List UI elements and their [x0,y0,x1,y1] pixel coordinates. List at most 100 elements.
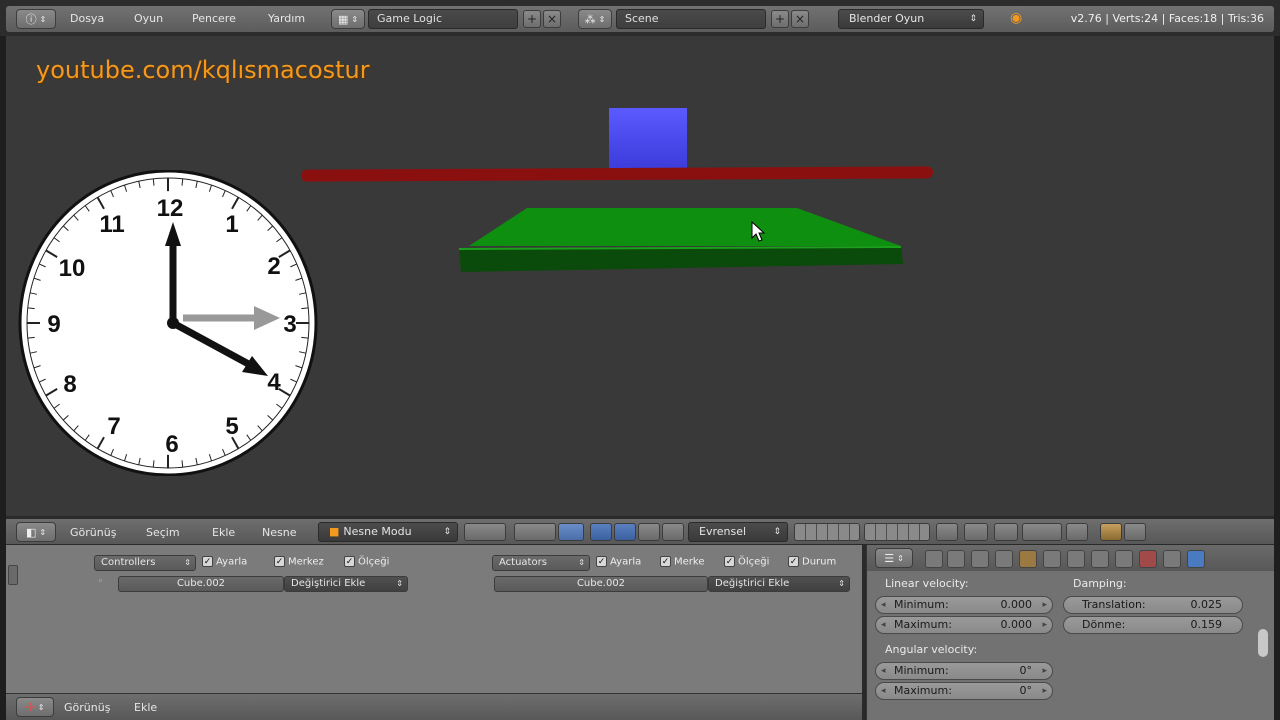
layer-buttons-2[interactable] [864,523,930,541]
field-value: 0° [1019,684,1033,697]
panel-handle[interactable] [8,565,18,585]
lock-camera-icon[interactable] [936,523,958,541]
editor-type-button[interactable]: ☰ ⇕ [875,548,913,568]
render-layers-tab-icon[interactable] [947,550,965,568]
data-tab-icon[interactable] [1091,550,1109,568]
object-tab-icon[interactable] [1019,550,1037,568]
layout-selector-button[interactable]: ▦ ⇕ [331,9,365,29]
modifiers-tab-icon[interactable] [1067,550,1085,568]
editor-type-button[interactable]: ✣ ⇕ [16,697,54,717]
menu-dosya[interactable]: Dosya [70,12,104,25]
texture-tab-icon[interactable] [1139,550,1157,568]
decrement-icon[interactable]: ◂ [881,617,886,633]
increment-icon[interactable]: ▸ [1042,683,1047,699]
object-mode-icon: ■ [329,525,340,538]
menu-nesne[interactable]: Nesne [262,526,296,539]
actuators-label: Actuators [499,557,547,568]
layer-buttons-1[interactable] [794,523,860,541]
menu-ekle[interactable]: Ekle [134,701,157,714]
clock-numeral: 10 [59,255,86,282]
checkbox-durum[interactable]: ✓ Durum [788,556,836,568]
transform-icon[interactable] [662,523,684,541]
linear-velocity-min-field[interactable]: ◂ Minimum: 0.000 ▸ [875,596,1053,614]
add-scene-icon[interactable]: + [771,10,789,28]
delete-scene-icon[interactable]: × [791,10,809,28]
shading-dropdown[interactable] [464,523,506,541]
controller-object-field[interactable]: Cube.002 [118,576,284,592]
opengl-render-icon[interactable] [1100,523,1122,541]
add-layout-icon[interactable]: + [523,10,541,28]
decrement-icon[interactable]: ◂ [881,663,886,679]
actuator-object-field[interactable]: Cube.002 [494,576,708,592]
menu-pencere[interactable]: Pencere [192,12,236,25]
view3d-header: ◧ ⇕ Görünüş Seçim Ekle Nesne ■ Nesne Modu ⇕… [6,518,1274,544]
delete-layout-icon[interactable]: × [543,10,561,28]
linear-velocity-max-field[interactable]: ◂ Maximum: 0.000 ▸ [875,616,1053,634]
checkbox-merkez[interactable]: ✓ Merkez [274,556,324,568]
checkbox-label: Merke [674,556,705,568]
rotate-icon[interactable] [614,523,636,541]
decrement-icon[interactable]: ◂ [881,597,886,613]
rotation-damping-field[interactable]: Dönme: 0.159 [1063,616,1243,634]
snap-element-dropdown[interactable] [1022,523,1062,541]
scene-tab-icon[interactable] [971,550,989,568]
actuators-dropdown[interactable]: Actuators ⇕ [492,555,590,571]
increment-icon[interactable]: ▸ [1042,617,1047,633]
angular-velocity-min-field[interactable]: ◂ Minimum: 0° ▸ [875,662,1053,680]
menu-ekle[interactable]: Ekle [212,526,235,539]
chevron-icon: ⇕ [396,579,403,588]
constraints-tab-icon[interactable] [1043,550,1061,568]
pivot-dropdown[interactable] [514,523,556,541]
clock-numeral: 7 [107,413,120,440]
menu-yardim[interactable]: Yardım [268,12,305,25]
increment-icon[interactable]: ▸ [1042,597,1047,613]
actuator-add-dropdown[interactable]: Değiştirici Ekle ⇕ [708,576,850,592]
render-engine-dropdown[interactable]: Blender Oyun ⇕ [838,9,984,29]
render-tab-icon[interactable] [925,550,943,568]
scrollbar-thumb[interactable] [1258,629,1268,657]
manipulator-toggle[interactable] [558,523,584,541]
check-icon: ✓ [344,556,355,567]
checkbox-label: Ölçeği [738,556,770,568]
world-tab-icon[interactable] [995,550,1013,568]
menu-gorunus[interactable]: Görünüş [70,526,116,539]
scale-icon[interactable] [638,523,660,541]
material-tab-icon[interactable] [1115,550,1133,568]
blender-logo-icon: ◉ [1010,10,1023,26]
snap-icon[interactable] [994,523,1018,541]
editor-type-button[interactable]: ⓘ ⇕ [16,9,56,29]
translate-icon[interactable] [590,523,612,541]
scene-field[interactable]: Scene [616,9,766,29]
clock-face: 12 1 2 3 4 5 6 7 8 9 10 11 [18,170,318,476]
orientation-dropdown[interactable]: Evrensel ⇕ [688,522,788,542]
screen-layout-field[interactable]: Game Logic [368,9,518,29]
checkbox-olcegi[interactable]: ✓ Ölçeği [724,556,769,568]
visibility-icon[interactable]: ◦ [98,577,103,587]
menu-oyun[interactable]: Oyun [134,12,163,25]
checkbox-ayarla[interactable]: ✓ Ayarla [596,556,641,568]
checkbox-merke[interactable]: ✓ Merke [660,556,704,568]
controller-add-dropdown[interactable]: Değiştirici Ekle ⇕ [284,576,408,592]
translation-damping-field[interactable]: Translation: 0.025 [1063,596,1243,614]
proportional-edit-icon[interactable] [964,523,988,541]
logic-editor: Controllers ⇕ ✓ Ayarla ✓ Merkez ✓ Ölçeği ◦ C… [6,545,862,693]
field-key: Translation: [1082,598,1146,611]
editor-type-button[interactable]: ◧ ⇕ [16,522,56,542]
menu-gorunus[interactable]: Görünüş [64,701,110,714]
checkbox-olcegi[interactable]: ✓ Ölçeği [344,556,389,568]
angular-velocity-max-field[interactable]: ◂ Maximum: 0° ▸ [875,682,1053,700]
decrement-icon[interactable]: ◂ [881,683,886,699]
render-icon[interactable] [1066,523,1088,541]
particles-tab-icon[interactable] [1163,550,1181,568]
game-viewport[interactable]: youtube.com/kqlısmacostur 12 1 2 3 4 5 6… [6,36,1274,516]
clock-numeral: 8 [63,371,76,398]
checkbox-ayarla[interactable]: ✓ Ayarla [202,556,247,568]
chevron-icon: ⇕ [39,14,47,24]
scene-selector-button[interactable]: ⁂ ⇕ [578,9,612,29]
controllers-dropdown[interactable]: Controllers ⇕ [94,555,196,571]
increment-icon[interactable]: ▸ [1042,663,1047,679]
physics-tab-icon[interactable] [1187,550,1205,568]
menu-secim[interactable]: Seçim [146,526,180,539]
mode-dropdown[interactable]: ■ Nesne Modu ⇕ [318,522,458,542]
opengl-anim-icon[interactable] [1124,523,1146,541]
